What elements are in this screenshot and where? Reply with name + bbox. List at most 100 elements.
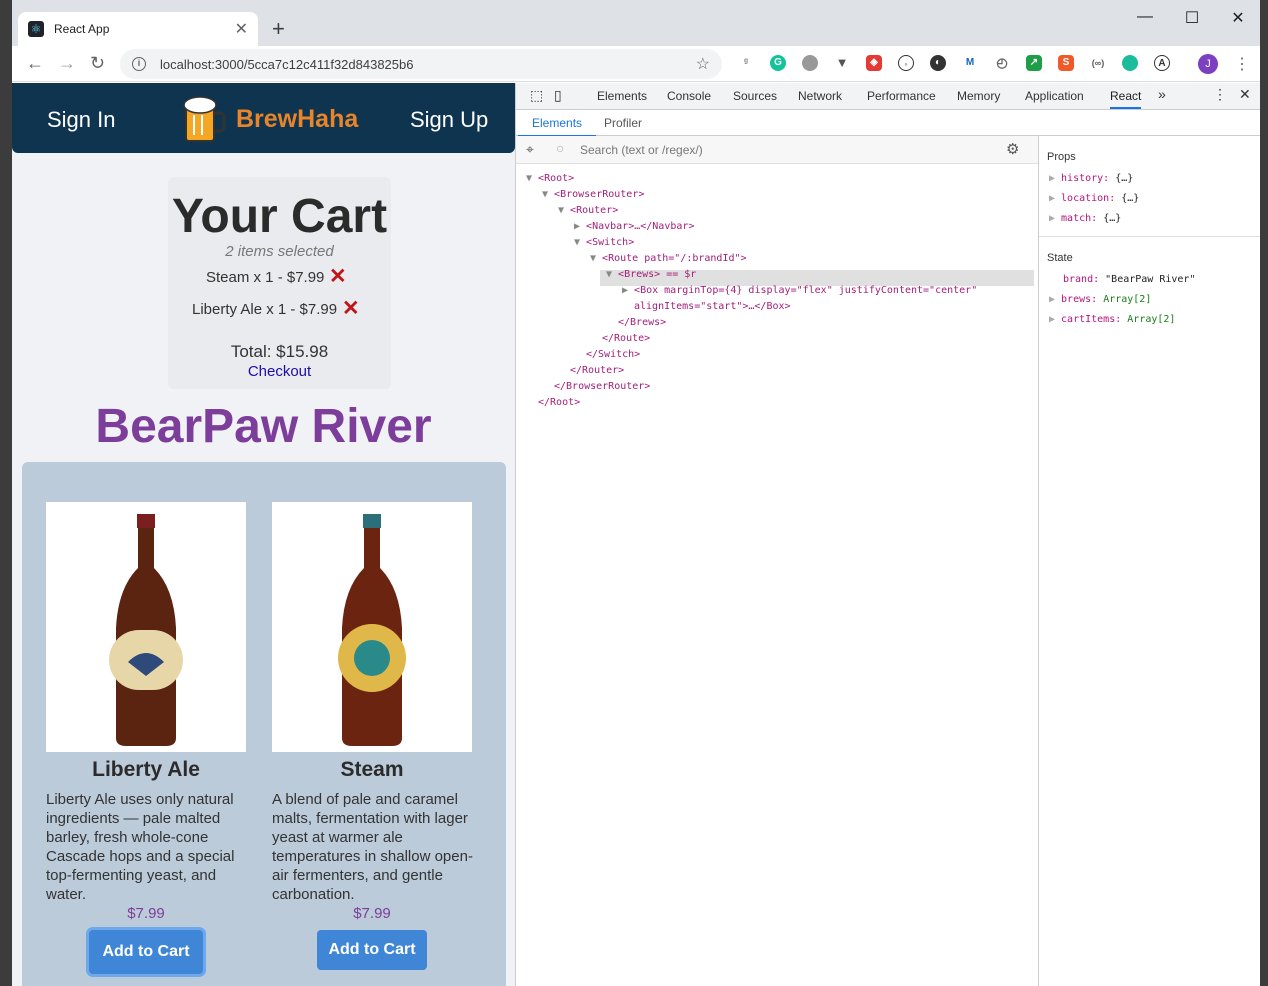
remove-item-icon[interactable]: ✕ — [329, 264, 347, 289]
tab-console[interactable]: Console — [667, 89, 711, 103]
devtools-menu-icon[interactable]: ⋮ — [1213, 86, 1227, 103]
bookmark-star-icon[interactable]: ☆ — [696, 54, 710, 74]
props-state-sidebar: Props ▶ history: {…} ▶ location: {…} ▶ matc… — [1038, 136, 1260, 986]
sign-up-link[interactable]: Sign Up — [410, 107, 488, 133]
cart-total: Total: $15.98 — [230, 342, 329, 361]
tab-memory[interactable]: Memory — [957, 89, 1000, 103]
cart-panel: Your Cart 2 items selected Steam x 1 - $… — [168, 177, 391, 389]
device-toolbar-icon[interactable]: ▯ — [554, 87, 562, 104]
close-devtools-icon[interactable]: ✕ — [1239, 86, 1251, 103]
close-tab-icon[interactable]: ✕ — [235, 19, 248, 39]
extension-m-icon[interactable]: M — [962, 55, 978, 71]
add-to-cart-button[interactable]: Add to Cart — [89, 930, 203, 974]
beer-mug-icon — [183, 96, 226, 142]
select-element-icon[interactable]: ⌖ — [526, 141, 534, 158]
react-favicon-icon: ⚛ — [28, 21, 44, 37]
brew-image — [272, 502, 472, 752]
tree-node[interactable]: </Brews> — [618, 315, 666, 331]
tree-node[interactable]: </BrowserRouter> — [554, 379, 650, 395]
brew-description: Liberty Ale uses only natural ingredient… — [46, 791, 235, 903]
brews-grid: Liberty Ale Liberty Ale uses only natura… — [22, 462, 506, 986]
cart-items-count: 2 items selected — [225, 243, 334, 260]
grammarly-icon[interactable]: G — [770, 55, 786, 71]
extension-clock-icon[interactable]: ◴ — [994, 55, 1010, 71]
tree-node[interactable]: ▼ <Switch> — [574, 235, 634, 251]
vue-devtools-icon[interactable]: ▼ — [834, 55, 850, 71]
brand-logo-text[interactable]: BrewHaha — [236, 105, 358, 134]
settings-gear-icon[interactable]: ⚙ — [1006, 140, 1019, 158]
tab-elements[interactable]: Elements — [597, 89, 647, 103]
state-row[interactable]: brand: "BearPaw River" — [1063, 274, 1195, 285]
cart-item: Liberty Ale x 1 - $7.99 — [192, 301, 338, 318]
browser-tab[interactable]: ⚛ React App ✕ — [18, 12, 258, 46]
checkout-link[interactable]: Checkout — [168, 363, 391, 380]
extension-dots-icon[interactable]: (∞) — [1090, 55, 1106, 71]
tree-node[interactable]: </Route> — [602, 331, 650, 347]
props-header: Props — [1047, 151, 1076, 163]
browser-toolbar: ← → ↻ i localhost:3000/5cca7c12c411f32d8… — [12, 46, 1260, 82]
tree-node[interactable]: </Root> — [538, 395, 580, 411]
search-icon: ○ — [556, 140, 565, 156]
tree-node[interactable]: </Switch> — [586, 347, 640, 363]
profile-avatar[interactable]: J — [1198, 54, 1218, 74]
state-row[interactable]: ▶ cartItems: Array[2] — [1049, 314, 1175, 325]
tab-react[interactable]: React — [1110, 89, 1142, 109]
browser-window: ⚛ React App ✕ + — ☐ ✕ ← → ↻ i localhost:… — [12, 0, 1260, 986]
left-desktop-edge — [0, 0, 12, 986]
brew-image — [46, 502, 246, 752]
right-desktop-edge — [1260, 0, 1268, 986]
tree-node[interactable]: ▼ <Route path="/:brandId"> — [590, 251, 747, 267]
tab-performance[interactable]: Performance — [867, 89, 936, 103]
new-tab-icon[interactable]: + — [272, 16, 285, 42]
brew-card: Steam A blend of pale and caramel malts,… — [272, 502, 473, 970]
component-search-bar: ⌖ ○ Search (text or /regex/) ⚙ — [516, 136, 1038, 164]
tab-network[interactable]: Network — [798, 89, 842, 103]
url-text[interactable]: localhost:3000/5cca7c12c411f32d843825b6 — [160, 57, 413, 72]
tab-sources[interactable]: Sources — [733, 89, 777, 103]
inspect-element-icon[interactable]: ⬚ — [530, 87, 543, 104]
tree-node[interactable]: ▼ <Root> — [526, 171, 574, 187]
forward-icon[interactable]: → — [58, 53, 76, 74]
dark-mode-icon[interactable]: ◐ — [930, 55, 946, 71]
tree-node[interactable]: ▼ <BrowserRouter> — [542, 187, 644, 203]
extension-orange-icon[interactable]: S — [1058, 55, 1074, 71]
brew-price: $7.99 — [353, 905, 391, 922]
tree-node[interactable]: ▶ <Navbar>…</Navbar> — [574, 219, 694, 235]
devtools-tab-bar: ⬚ ▯ Elements Console Sources Network Per… — [516, 83, 1260, 110]
brew-price: $7.99 — [127, 905, 165, 922]
address-bar[interactable]: i localhost:3000/5cca7c12c411f32d843825b… — [120, 49, 722, 79]
extension-circle-icon[interactable] — [802, 55, 818, 71]
add-to-cart-button[interactable]: Add to Cart — [317, 930, 427, 970]
site-info-icon[interactable]: i — [132, 57, 146, 71]
minimize-icon[interactable]: — — [1122, 8, 1168, 26]
more-tabs-icon[interactable]: » — [1158, 86, 1166, 102]
tree-node[interactable]: ▶ <Box marginTop={4} display="flex" just… — [622, 283, 977, 299]
extension-ring-icon[interactable]: ◦ — [898, 55, 914, 71]
extension-red-icon[interactable]: ◈ — [866, 55, 882, 71]
prop-row[interactable]: ▶ history: {…} — [1049, 173, 1133, 184]
tab-strip: ⚛ React App ✕ + — ☐ ✕ — [12, 0, 1260, 46]
tree-node[interactable]: ▼ <Router> — [558, 203, 618, 219]
app-navbar: Sign In BrewHaha Sign Up — [12, 83, 515, 153]
extension-green-icon[interactable]: ↗ — [1026, 55, 1042, 71]
reload-icon[interactable]: ↻ — [90, 53, 105, 74]
extension-a-icon[interactable]: A — [1154, 55, 1170, 71]
tab-application[interactable]: Application — [1025, 89, 1084, 103]
sign-in-link[interactable]: Sign In — [47, 107, 116, 133]
tree-node[interactable]: </Router> — [570, 363, 624, 379]
extension-teal-icon[interactable] — [1122, 55, 1138, 71]
state-row[interactable]: ▶ brews: Array[2] — [1049, 294, 1151, 305]
back-icon[interactable]: ← — [26, 53, 44, 74]
subtab-elements[interactable]: Elements — [517, 116, 597, 137]
prop-row[interactable]: ▶ location: {…} — [1049, 193, 1139, 204]
prop-row[interactable]: ▶ match: {…} — [1049, 213, 1121, 224]
remove-item-icon[interactable]: ✕ — [342, 296, 360, 321]
close-window-icon[interactable]: ✕ — [1215, 8, 1260, 28]
extension-icon[interactable]: ᵍ — [738, 55, 754, 71]
browser-menu-icon[interactable]: ⋮ — [1234, 54, 1250, 74]
subtab-profiler[interactable]: Profiler — [604, 116, 642, 130]
brand-heading: BearPaw River — [95, 400, 432, 453]
search-input[interactable]: Search (text or /regex/) — [580, 143, 703, 157]
tree-node-selected[interactable]: ▼ <Brews> == $r — [606, 267, 696, 283]
maximize-icon[interactable]: ☐ — [1169, 8, 1215, 28]
